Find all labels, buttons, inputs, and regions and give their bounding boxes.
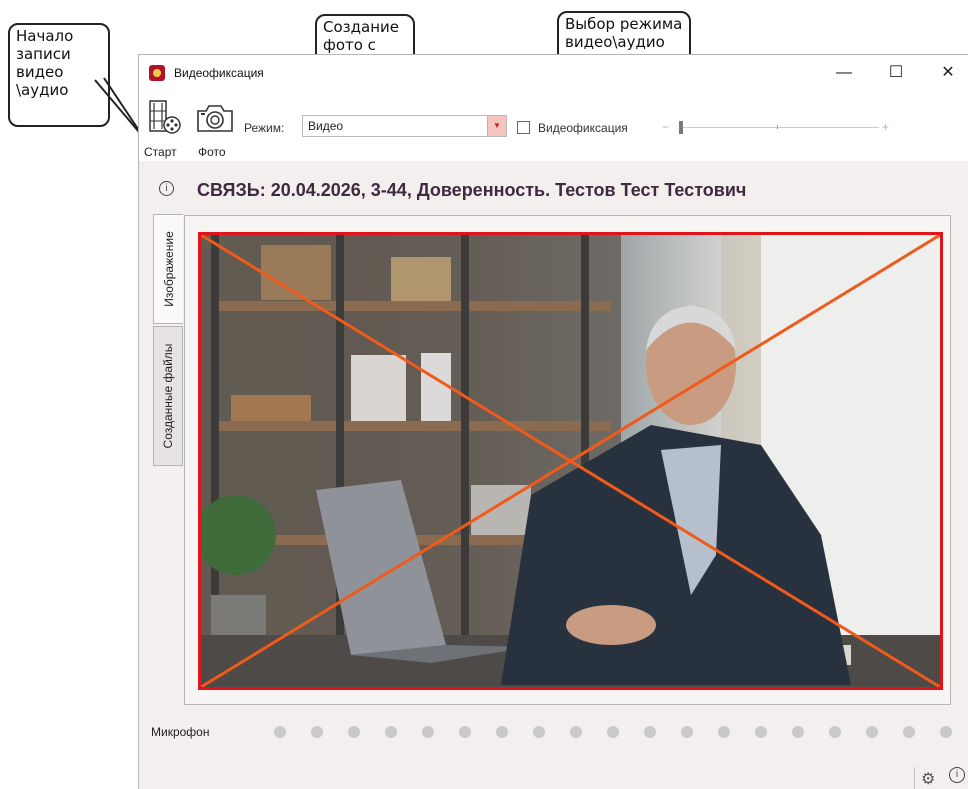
close-button[interactable]: ✕: [925, 55, 968, 91]
mic-level-dot: [718, 726, 730, 738]
main-window: Видеофиксация — ☐ ✕ Старт Фото Режим: Ви…: [138, 54, 968, 789]
vertical-tabs: Изображение Созданные файлы: [153, 214, 183, 474]
mic-level-dot: [274, 726, 286, 738]
slider-thumb[interactable]: [679, 121, 683, 134]
mode-select-value: Видео: [308, 119, 344, 133]
mic-level-dot: [385, 726, 397, 738]
mic-level-dot: [311, 726, 323, 738]
tab-created-files-label: Созданные файлы: [161, 343, 175, 449]
record-heading: СВЯЗЬ: 20.04.2026, 3-44, Доверенность. Т…: [197, 180, 747, 200]
mic-level-dot: [348, 726, 360, 738]
info-icon: i: [159, 181, 174, 196]
photo-button[interactable]: [195, 99, 235, 137]
mode-label: Режим:: [244, 121, 285, 135]
camera-icon: [197, 105, 233, 132]
title-bar: Видеофиксация — ☐ ✕: [139, 55, 968, 91]
toolbar: Старт Фото Режим: Видео ▼ Видеофиксация …: [139, 91, 968, 161]
start-label: Старт: [144, 145, 177, 159]
mic-level-dot: [792, 726, 804, 738]
slider-minus[interactable]: −: [662, 120, 669, 134]
microphone-label: Микрофон: [151, 725, 210, 739]
chevron-down-icon[interactable]: ▼: [487, 116, 506, 136]
tab-image[interactable]: Изображение: [153, 214, 183, 324]
mic-level-dot: [533, 726, 545, 738]
mic-level-dot: [644, 726, 656, 738]
status-separator: [914, 767, 915, 789]
mic-level-dot: [607, 726, 619, 738]
mic-level-dot: [422, 726, 434, 738]
photo-label: Фото: [198, 145, 226, 159]
maximize-button[interactable]: ☐: [873, 55, 919, 91]
info-icon[interactable]: i: [949, 767, 965, 783]
mic-level-dot: [866, 726, 878, 738]
film-record-icon: [149, 100, 181, 134]
slider-plus[interactable]: +: [882, 120, 889, 134]
videofix-label: Видеофиксация: [538, 121, 628, 135]
mic-level-dot: [496, 726, 508, 738]
mic-level-dot: [755, 726, 767, 738]
gear-icon[interactable]: ⚙: [921, 769, 935, 789]
slider-tick: [777, 125, 778, 129]
slider-track[interactable]: [679, 127, 879, 128]
camera-preview: [198, 232, 943, 690]
window-title: Видеофиксация: [174, 66, 264, 80]
videofix-checkbox[interactable]: [517, 121, 530, 134]
mic-level-dot: [681, 726, 693, 738]
tab-image-label: Изображение: [161, 231, 176, 307]
mic-level-dot: [940, 726, 952, 738]
mic-level-dot: [570, 726, 582, 738]
mic-level-dot: [459, 726, 471, 738]
mode-select[interactable]: Видео ▼: [302, 115, 507, 137]
camera-scene: [201, 235, 940, 687]
image-panel: [184, 215, 951, 705]
app-logo-icon: [149, 65, 165, 81]
mic-level-dot: [903, 726, 915, 738]
start-button[interactable]: [144, 97, 184, 137]
minimize-button[interactable]: —: [821, 55, 867, 91]
mic-level-dot: [829, 726, 841, 738]
tab-created-files[interactable]: Созданные файлы: [153, 326, 183, 466]
